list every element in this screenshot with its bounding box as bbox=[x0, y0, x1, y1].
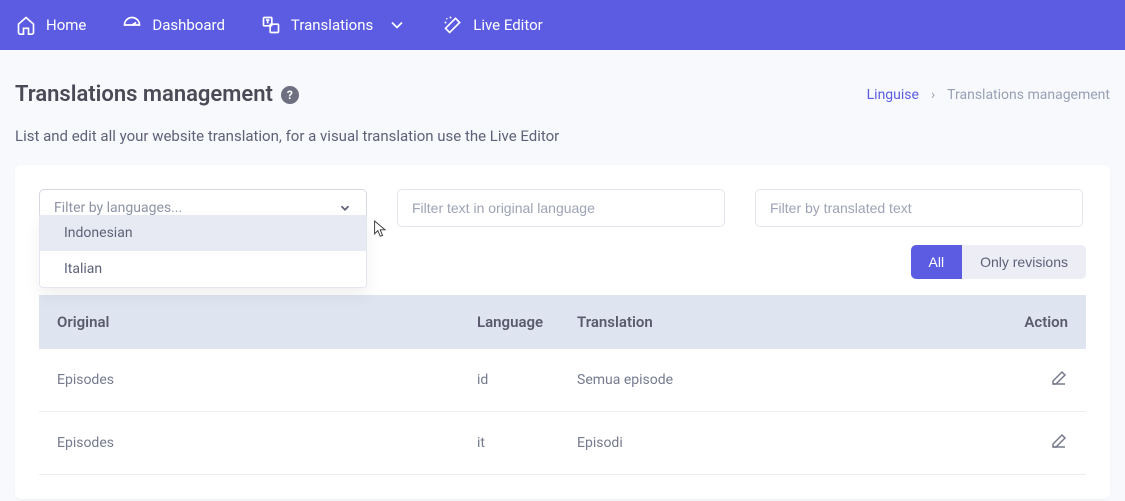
page-header: Translations management ? Linguise › Tra… bbox=[0, 50, 1125, 115]
nav-translations[interactable]: Translations bbox=[261, 15, 407, 35]
nav-dashboard[interactable]: Dashboard bbox=[122, 15, 225, 35]
home-icon bbox=[16, 15, 36, 35]
translate-icon bbox=[261, 15, 281, 35]
top-navbar: Home Dashboard Translations Live Editor bbox=[0, 0, 1125, 50]
gauge-icon bbox=[122, 15, 142, 35]
filter-language-placeholder: Filter by languages... bbox=[54, 200, 182, 216]
nav-home-label: Home bbox=[46, 16, 86, 34]
help-icon[interactable]: ? bbox=[281, 86, 299, 104]
dropdown-option-italian[interactable]: Italian bbox=[40, 251, 366, 287]
filter-original-input[interactable] bbox=[397, 189, 725, 227]
cell-translation: Semua episode bbox=[577, 372, 988, 388]
nav-dashboard-label: Dashboard bbox=[152, 16, 225, 34]
nav-live-editor[interactable]: Live Editor bbox=[443, 15, 542, 35]
cell-language: id bbox=[477, 372, 577, 388]
language-dropdown: Indonesian Italian bbox=[39, 215, 367, 288]
nav-home[interactable]: Home bbox=[16, 15, 86, 35]
col-action-header: Action bbox=[988, 313, 1068, 331]
toggle-all-button[interactable]: All bbox=[911, 245, 963, 279]
col-original-header: Original bbox=[57, 313, 477, 331]
table-row: Episodes id Semua episode bbox=[39, 349, 1086, 412]
wand-icon bbox=[443, 15, 463, 35]
cell-translation: Episodi bbox=[577, 435, 988, 451]
cell-original: Episodes bbox=[57, 372, 477, 388]
breadcrumb: Linguise › Translations management bbox=[867, 87, 1110, 103]
cell-original: Episodes bbox=[57, 435, 477, 451]
col-translation-header: Translation bbox=[577, 313, 988, 331]
dropdown-option-indonesian[interactable]: Indonesian bbox=[40, 215, 366, 251]
cell-language: it bbox=[477, 435, 577, 451]
nav-translations-label: Translations bbox=[291, 16, 373, 34]
revision-toggle-group: All Only revisions bbox=[911, 245, 1086, 279]
cell-action bbox=[988, 432, 1068, 454]
col-language-header: Language bbox=[477, 313, 577, 331]
toggle-only-revisions-button[interactable]: Only revisions bbox=[962, 245, 1086, 279]
chevron-down-icon bbox=[387, 15, 407, 35]
breadcrumb-separator: › bbox=[931, 87, 935, 103]
edit-icon[interactable] bbox=[1050, 369, 1068, 387]
breadcrumb-current: Translations management bbox=[947, 87, 1110, 103]
main-card: Filter by languages... Indonesian Italia… bbox=[15, 165, 1110, 499]
page-description: List and edit all your website translati… bbox=[0, 115, 1125, 165]
chevron-down-icon bbox=[338, 201, 352, 215]
breadcrumb-root-link[interactable]: Linguise bbox=[867, 87, 919, 103]
edit-icon[interactable] bbox=[1050, 432, 1068, 450]
page-title-text: Translations management bbox=[15, 82, 273, 107]
cell-action bbox=[988, 369, 1068, 391]
table-row: Episodes it Episodi bbox=[39, 412, 1086, 475]
translations-table: Original Language Translation Action Epi… bbox=[39, 295, 1086, 475]
page-title: Translations management ? bbox=[15, 82, 299, 107]
table-header-row: Original Language Translation Action bbox=[39, 295, 1086, 349]
nav-live-editor-label: Live Editor bbox=[473, 16, 542, 34]
filter-translated-input[interactable] bbox=[755, 189, 1083, 227]
